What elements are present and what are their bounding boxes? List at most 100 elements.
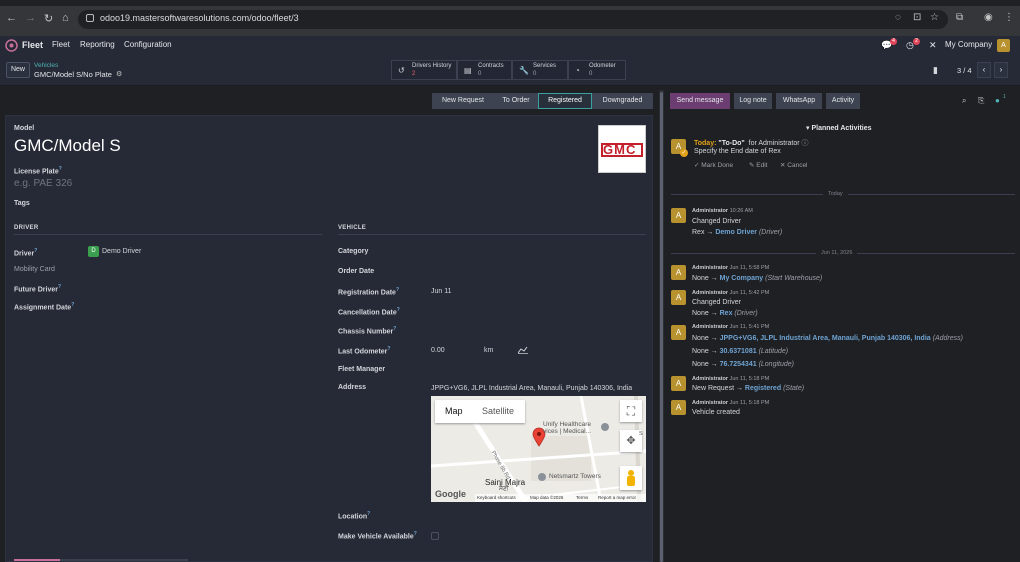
vehicle-logo[interactable]: GMC [598, 125, 646, 173]
map-report-error[interactable]: Report a map error [598, 495, 636, 500]
apps-icon[interactable] [5, 39, 18, 52]
message-author: Administrator Jun 11, 5:18 PM [692, 400, 770, 406]
search-icon[interactable]: ⌕ [962, 96, 966, 106]
menu-icon[interactable]: ⋮ [1004, 12, 1014, 23]
user-avatar[interactable]: A [997, 39, 1010, 52]
message-avatar: A [671, 290, 686, 305]
model-field[interactable]: GMC/Model S [14, 136, 121, 156]
message-text: Changed Driver [692, 299, 742, 306]
tracking-value: None → 30.6371081 (Latitude) [692, 348, 789, 355]
eye-off-icon[interactable]: ◌ [895, 12, 901, 23]
back-icon[interactable]: ← [6, 12, 17, 24]
log-note-button[interactable]: Log note [734, 93, 772, 109]
driver-field[interactable]: Demo Driver [102, 248, 141, 255]
home-icon[interactable]: ⌂ [62, 12, 69, 24]
info-icon: ⓘ [801, 140, 809, 147]
map-terms[interactable]: Terms [576, 495, 588, 500]
tracking-value: None → 76.7254341 (Longitude) [692, 361, 794, 368]
chart-icon[interactable] [518, 346, 528, 354]
address-field[interactable]: JPPG+VG6, JLPL Industrial Area, Manauli,… [431, 385, 632, 392]
message-avatar: A [671, 325, 686, 340]
activity-button[interactable]: Activity [826, 93, 860, 109]
gmc-logo-text: GMC [603, 142, 637, 157]
stage-to-order[interactable]: To Order [494, 93, 538, 109]
menu-fleet[interactable]: Fleet [52, 40, 70, 49]
pager-next-button[interactable]: › [994, 62, 1008, 78]
address-map[interactable]: Map Satellite ⛶ ✥ Unify Healthcare vices… [431, 396, 646, 502]
stage-new-request[interactable]: New Request [432, 93, 494, 109]
notebook-tab-active[interactable] [14, 559, 60, 561]
address-bar[interactable]: odoo19.mastersoftwaresolutions.com/odoo/… [78, 10, 948, 29]
odometer-field[interactable]: 0.00 [431, 347, 445, 354]
breadcrumb-vehicles[interactable]: Vehicles [34, 62, 58, 69]
map-keyboard-shortcuts[interactable]: Keyboard shortcuts [477, 495, 516, 500]
whatsapp-button[interactable]: WhatsApp [776, 93, 822, 109]
message-author: Administrator Jun 11, 5:58 PM [692, 265, 770, 271]
company-switcher[interactable]: My Company [945, 40, 992, 49]
tracking-value: None → JPPG+VG6, JLPL Industrial Area, M… [692, 335, 963, 342]
activity-badge: 2 [913, 38, 920, 45]
message-author: Administrator Jun 11, 5:42 PM [692, 290, 770, 296]
map-data-credit: Map data ©2026 [530, 495, 564, 500]
message-avatar: A [671, 265, 686, 280]
activity-description: Specify the End date of Rex [694, 148, 781, 155]
form-sheet: Model GMC/Model S License Plate? e.g. PA… [5, 115, 653, 562]
form-view: New Request To Order Registered Downgrad… [0, 86, 658, 562]
forward-icon[interactable]: → [25, 12, 36, 24]
tachometer-icon: ◔ [575, 66, 580, 75]
followers-icon[interactable]: ● [995, 96, 1000, 105]
message-author: Administrator Jun 11, 5:18 PM [692, 376, 770, 382]
site-info-icon[interactable] [86, 14, 94, 22]
street-view-pegman-icon[interactable] [620, 466, 642, 490]
profile-icon[interactable]: ◉ [984, 12, 993, 23]
message-author: Administrator 10:26 AM [692, 208, 753, 214]
edit-activity-button[interactable]: ✎ Edit [749, 161, 767, 169]
new-button[interactable]: New [6, 62, 30, 78]
license-plate-input[interactable]: e.g. PAE 326 [14, 178, 72, 189]
license-plate-label: License Plate? [14, 166, 62, 176]
contracts-button[interactable]: ▤ Contracts 0 [457, 60, 512, 80]
drivers-history-button[interactable]: ↺ Drivers History 2 [391, 60, 457, 80]
vehicle-divider [338, 234, 646, 235]
planned-activities-toggle[interactable]: ▾ Planned Activities [806, 124, 872, 132]
app-name[interactable]: Fleet [22, 40, 43, 50]
fullscreen-icon[interactable]: ⛶ [620, 400, 642, 422]
pager-previous-button[interactable]: ‹ [977, 62, 991, 78]
url-text: odoo19.mastersoftwaresolutions.com/odoo/… [100, 13, 299, 23]
location-label: Location? [338, 511, 371, 521]
message-text: Changed Driver [692, 218, 742, 225]
map-tab-satellite[interactable]: Satellite [482, 406, 514, 416]
chassis-number-label: Chassis Number? [338, 326, 397, 336]
google-logo: Google [435, 489, 466, 499]
bookmark-star-icon[interactable]: ☆ [930, 12, 939, 23]
odometer-button[interactable]: ◔ Odometer 0 [568, 60, 626, 80]
top-navbar: Fleet Fleet Reporting Configuration 💬 4 … [0, 36, 1020, 56]
menu-configuration[interactable]: Configuration [124, 40, 172, 49]
pager-value[interactable]: 3 / 4 [957, 66, 972, 75]
tracking-value: Rex → Demo Driver (Driver) [692, 229, 783, 236]
services-button[interactable]: 🔧 Services 0 [512, 60, 568, 80]
registration-date-field[interactable]: Jun 11 [431, 288, 452, 295]
gear-icon[interactable]: ⚙ [116, 70, 122, 78]
extensions-icon[interactable]: ⧉ [956, 12, 963, 23]
map-place-netsmartz: Netsmartz Towers [549, 473, 601, 480]
history-icon: ↺ [398, 66, 405, 75]
attachments-icon[interactable]: ▮ [933, 65, 938, 76]
send-message-button[interactable]: Send message [670, 93, 730, 109]
order-date-label: Order Date [338, 268, 375, 275]
tools-icon[interactable]: ✕ [929, 40, 937, 51]
stage-downgraded[interactable]: Downgraded [592, 93, 653, 109]
install-icon[interactable]: ⊡ [913, 12, 921, 23]
map-place-unify: Unify Healthcare [543, 421, 592, 428]
paperclip-icon[interactable]: ⎘ [978, 96, 984, 106]
scrollbar[interactable] [660, 92, 663, 562]
mark-done-button[interactable]: ✓ Mark Done [694, 161, 733, 169]
map-tab-map[interactable]: Map [445, 406, 463, 416]
reload-icon[interactable]: ↻ [44, 12, 53, 25]
last-odometer-label: Last Odometer? [338, 346, 391, 356]
map-place-saini-majra-punjabi: ਸੈਣੀ [499, 486, 509, 492]
stage-registered[interactable]: Registered [538, 93, 592, 109]
cancel-activity-button[interactable]: ✕ Cancel [780, 161, 808, 169]
make-available-checkbox[interactable] [431, 532, 439, 540]
menu-reporting[interactable]: Reporting [80, 40, 115, 49]
